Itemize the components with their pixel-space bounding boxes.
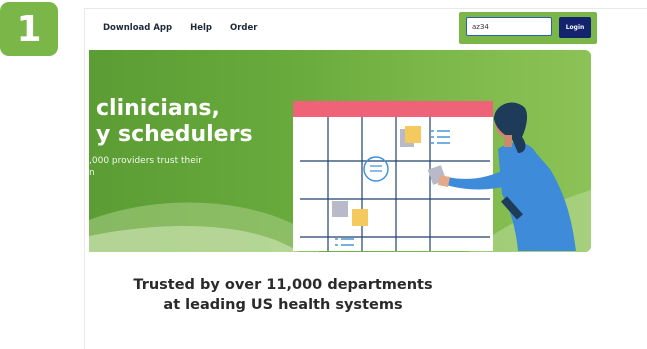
sticky-note-yellow-2 [352,209,368,226]
hero-subtitle-line-1: ,000 providers trust their [89,156,202,166]
calendar-illustration [293,101,576,251]
login-code-input[interactable] [466,17,552,36]
calendar-body [293,101,493,251]
top-nav: Download App Help Order [103,19,257,37]
nav-help[interactable]: Help [190,19,212,37]
hero-subtitle: ,000 providers trust their n [89,155,202,179]
login-button[interactable]: Login [559,17,591,38]
nav-download-app[interactable]: Download App [103,19,172,37]
nav-order[interactable]: Order [230,19,257,37]
hero-title: clinicians, y schedulers [96,96,253,148]
hero-title-line-2: y schedulers [96,122,253,147]
hero-subtitle-line-2: n [89,168,95,178]
hero-title-line-1: clinicians, [96,96,220,121]
trust-tagline-line-1: Trusted by over 11,000 departments [133,277,433,293]
calendar-header-bar [293,101,493,117]
step-number-badge: 1 [0,2,58,56]
trust-tagline-line-2: at leading US health systems [163,297,403,313]
sticky-note-grey-2 [332,201,348,217]
trust-tagline: Trusted by over 11,000 departments at le… [133,275,433,315]
sticky-note-yellow-1 [405,126,421,143]
